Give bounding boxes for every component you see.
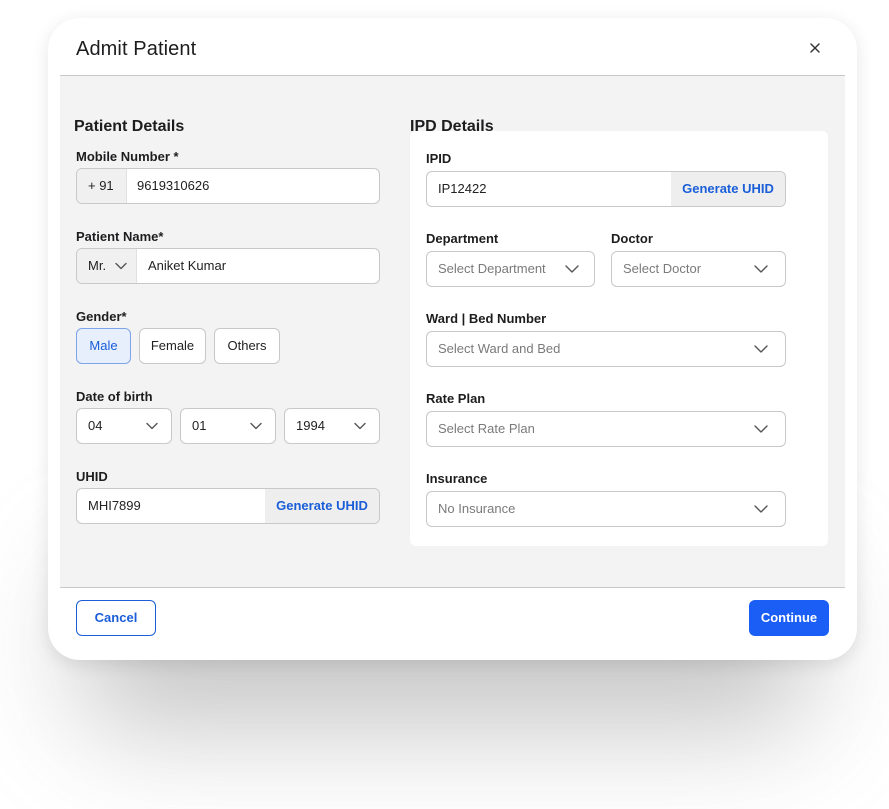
admit-patient-modal: Admit Patient Patient Details Mobile Num…	[48, 18, 857, 660]
dob-label: Date of birth	[76, 389, 153, 404]
doctor-select[interactable]: Select Doctor	[611, 251, 786, 287]
chevron-down-icon	[754, 505, 768, 513]
chevron-down-icon	[146, 422, 158, 430]
mobile-number-label: Mobile Number *	[76, 149, 179, 164]
chevron-down-icon	[115, 262, 127, 270]
department-select[interactable]: Select Department	[426, 251, 595, 287]
continue-button[interactable]: Continue	[749, 600, 829, 636]
dob-month-value: 01	[192, 418, 207, 433]
gender-label: Gender*	[76, 309, 127, 324]
gender-option-female[interactable]: Female	[139, 328, 206, 364]
rate-plan-placeholder: Select Rate Plan	[438, 421, 535, 436]
patient-name-field: Mr. Aniket Kumar	[76, 248, 380, 284]
ipd-details-card: IPID IP12422 Generate UHID Department Se…	[410, 131, 828, 546]
modal-title: Admit Patient	[76, 38, 197, 60]
patient-name-input[interactable]: Aniket Kumar	[148, 258, 226, 273]
dob-year-select[interactable]: 1994	[284, 408, 380, 444]
uhid-input[interactable]: MHI7899	[88, 498, 141, 513]
mobile-number-field[interactable]: + 91 9619310626	[76, 168, 380, 204]
cancel-button[interactable]: Cancel	[76, 600, 156, 636]
chevron-down-icon	[354, 422, 366, 430]
country-code: + 91	[88, 178, 114, 193]
department-placeholder: Select Department	[438, 261, 546, 276]
ward-bed-label: Ward | Bed Number	[426, 311, 547, 326]
ipid-input[interactable]: IP12422	[438, 181, 486, 196]
department-label: Department	[426, 231, 499, 246]
mobile-number-value: 9619310626	[137, 178, 210, 193]
dob-day-select[interactable]: 04	[76, 408, 172, 444]
uhid-field: MHI7899 Generate UHID	[76, 488, 380, 524]
chevron-down-icon	[250, 422, 262, 430]
ipid-label: IPID	[426, 151, 452, 166]
insurance-value: No Insurance	[438, 501, 516, 516]
generate-uhid-button[interactable]: Generate UHID	[265, 489, 379, 523]
chevron-down-icon	[565, 265, 579, 273]
doctor-placeholder: Select Doctor	[623, 261, 702, 276]
patient-details-title: Patient Details	[74, 118, 185, 135]
doctor-label: Doctor	[611, 231, 653, 246]
ward-bed-select[interactable]: Select Ward and Bed	[426, 331, 786, 367]
insurance-select[interactable]: No Insurance	[426, 491, 786, 527]
patient-name-label: Patient Name*	[76, 229, 164, 244]
chevron-down-icon	[754, 425, 768, 433]
ward-bed-placeholder: Select Ward and Bed	[438, 341, 561, 356]
country-code-prefix: + 91	[77, 169, 127, 203]
salutation-value: Mr.	[88, 258, 107, 273]
gender-option-others[interactable]: Others	[214, 328, 280, 364]
modal-header: Admit Patient	[48, 18, 857, 75]
ipid-field: IP12422 Generate UHID	[426, 171, 786, 207]
salutation-select[interactable]: Mr.	[77, 249, 137, 283]
chevron-down-icon	[754, 345, 768, 353]
dob-month-select[interactable]: 01	[180, 408, 276, 444]
chevron-down-icon	[754, 265, 768, 273]
generate-ipid-button[interactable]: Generate UHID	[671, 172, 785, 206]
dob-year-value: 1994	[296, 418, 325, 433]
insurance-label: Insurance	[426, 471, 488, 486]
modal-body: Patient Details Mobile Number * + 91 961…	[60, 75, 845, 588]
rate-plan-select[interactable]: Select Rate Plan	[426, 411, 786, 447]
rate-plan-label: Rate Plan	[426, 391, 486, 406]
dob-day-value: 04	[88, 418, 103, 433]
close-icon[interactable]	[806, 39, 824, 57]
gender-option-male[interactable]: Male	[76, 328, 131, 364]
uhid-label: UHID	[76, 469, 108, 484]
